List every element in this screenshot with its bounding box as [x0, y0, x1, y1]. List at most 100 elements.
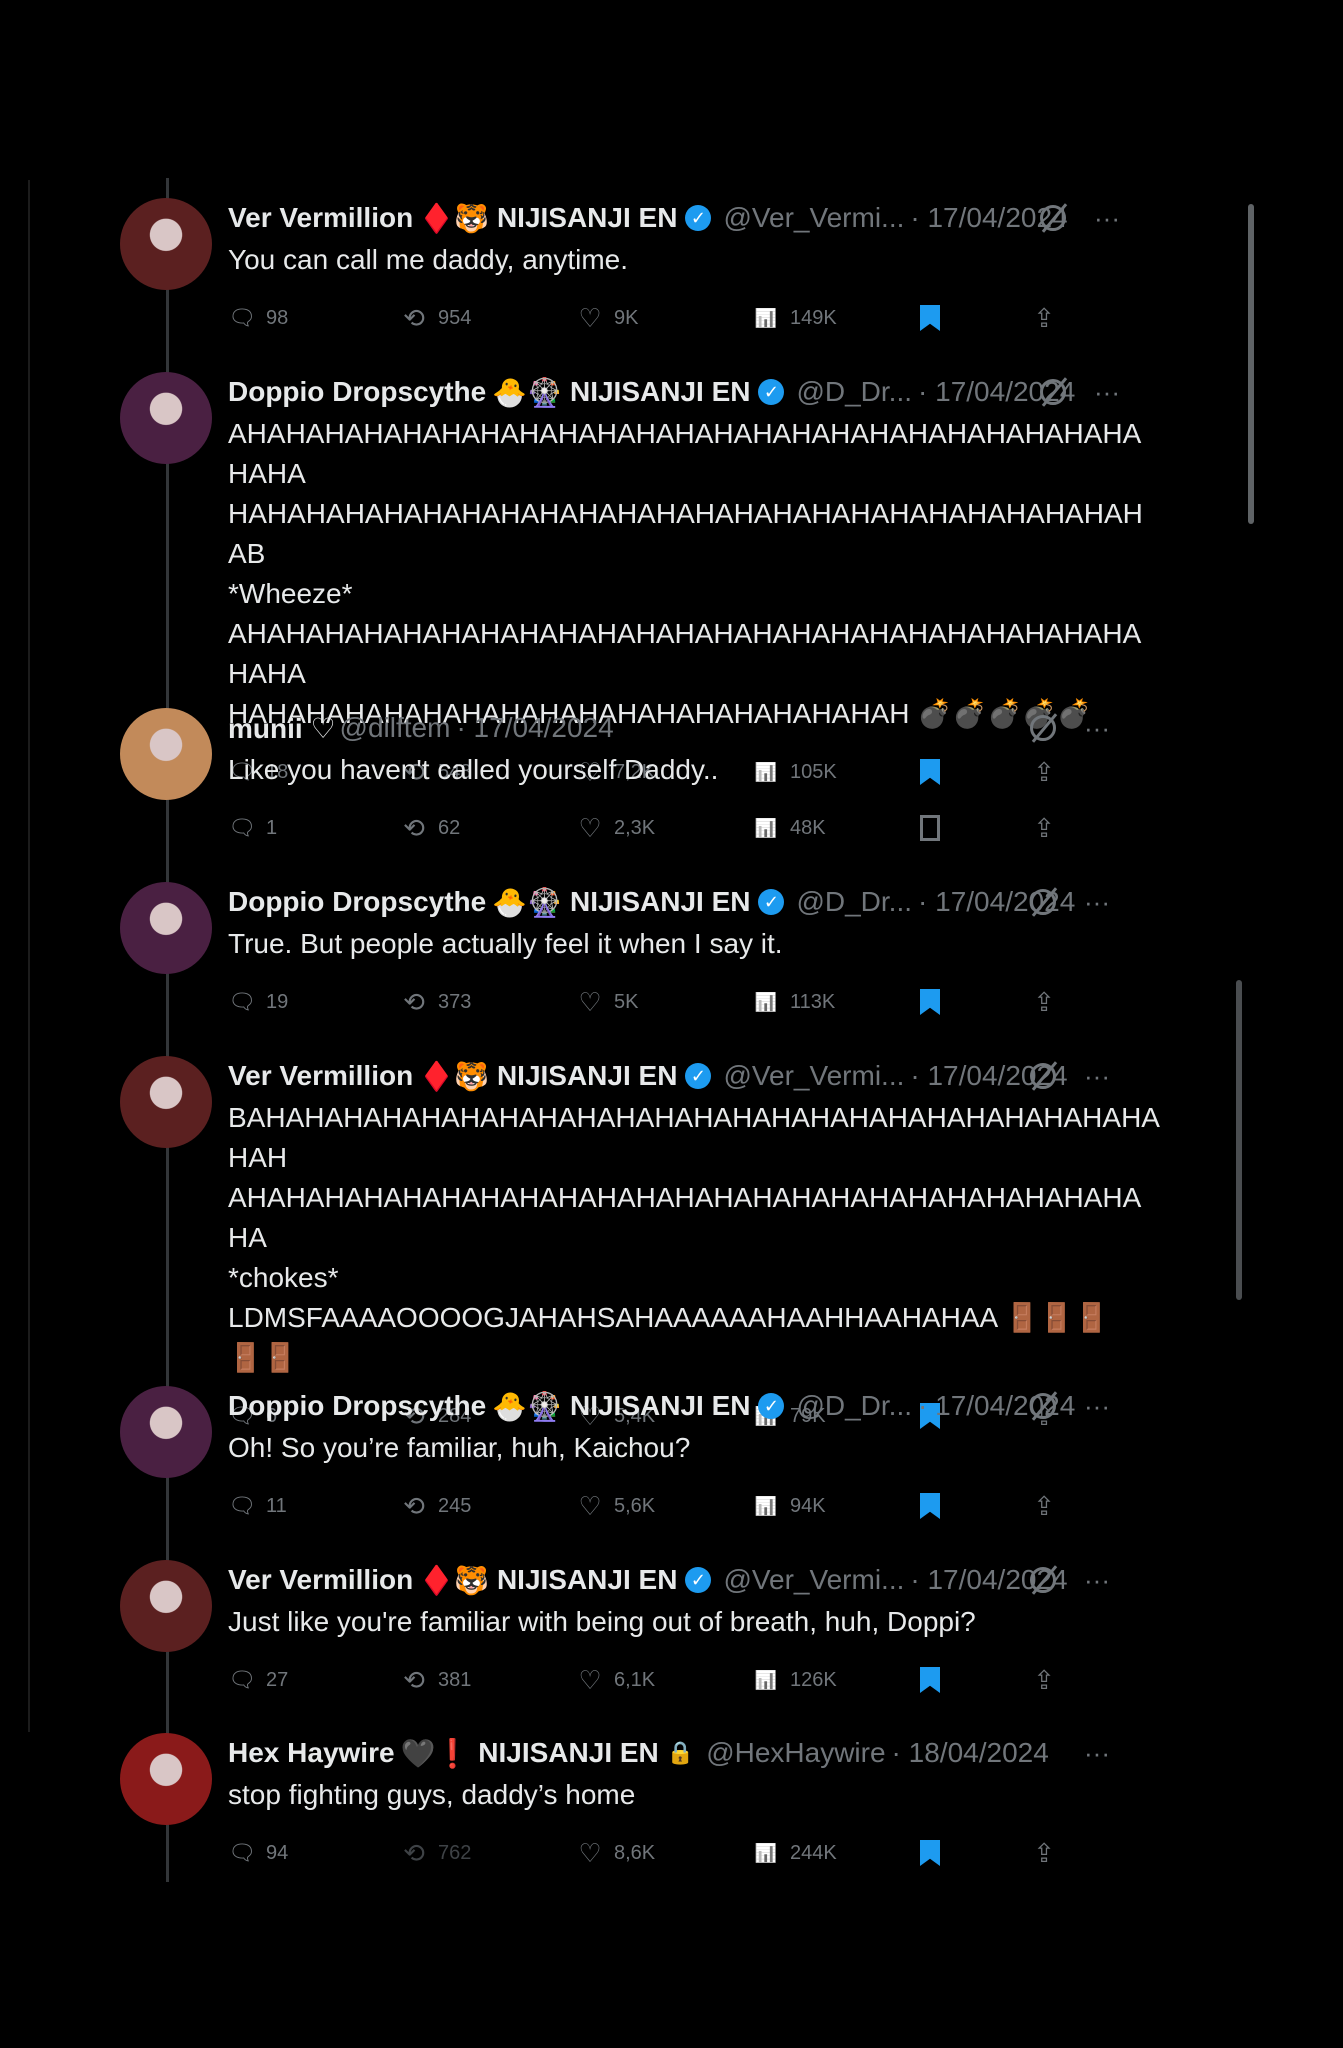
tweet-date[interactable]: · 18/04/2024	[892, 1737, 1049, 1769]
retweet-button[interactable]: ⟲ 373	[400, 988, 576, 1016]
share-button[interactable]: ⇪	[1030, 1492, 1058, 1520]
more-icon[interactable]: ···	[1084, 713, 1110, 744]
like-button[interactable]: ♡ 6,1K	[576, 1666, 752, 1694]
reply-button[interactable]: 🗨 1	[228, 814, 400, 842]
retweet-icon: ⟲	[403, 813, 425, 843]
retweet-button[interactable]: ⟲ 381	[400, 1666, 576, 1694]
user-handle[interactable]: @Ver_Vermi...	[723, 1564, 904, 1596]
scrollbar-thumb[interactable]	[1248, 204, 1254, 524]
affiliation-tag[interactable]: NIJISANJI EN	[497, 1564, 678, 1596]
views-count: 149K	[790, 306, 837, 329]
user-handle[interactable]: @dilftem	[340, 712, 451, 744]
affiliation-tag[interactable]: NIJISANJI EN	[570, 1390, 751, 1422]
reply-button[interactable]: 🗨 94	[228, 1839, 400, 1867]
share-button[interactable]: ⇪	[1030, 1666, 1058, 1694]
views-button[interactable]: 📊 48K	[752, 814, 920, 842]
retweet-button[interactable]: ⟲ 762	[400, 1839, 576, 1867]
bookmark-button[interactable]	[920, 1840, 1030, 1866]
display-name[interactable]: Doppio Dropscythe	[228, 376, 486, 408]
more-icon[interactable]: ···	[1084, 1391, 1110, 1422]
heart-icon: ♡	[578, 1491, 602, 1521]
views-button[interactable]: 📊 244K	[752, 1839, 920, 1867]
grok-icon[interactable]	[1040, 205, 1067, 231]
avatar[interactable]	[120, 708, 212, 800]
affiliation-tag[interactable]: NIJISANJI EN	[478, 1737, 659, 1769]
scrollbar-thumb-secondary[interactable]	[1236, 980, 1242, 1300]
tweet-text: Just like you're familiar with being out…	[228, 1606, 976, 1637]
display-name[interactable]: Ver Vermillion	[228, 202, 413, 234]
grok-icon[interactable]	[1040, 379, 1067, 405]
grok-icon[interactable]	[1030, 1063, 1057, 1089]
display-name[interactable]: Ver Vermillion	[228, 1564, 413, 1596]
grok-icon[interactable]	[1030, 889, 1057, 915]
display-name[interactable]: Ver Vermillion	[228, 1060, 413, 1092]
affiliation-tag[interactable]: NIJISANJI EN	[497, 202, 678, 234]
bookmark-button[interactable]	[920, 989, 1030, 1015]
like-button[interactable]: ♡ 9K	[576, 304, 752, 332]
views-button[interactable]: 📊 113K	[752, 988, 920, 1016]
display-name[interactable]: Hex Haywire	[228, 1737, 395, 1769]
like-button[interactable]: ♡ 2,3K	[576, 814, 752, 842]
bookmark-button[interactable]	[920, 305, 1030, 331]
share-button[interactable]: ⇪	[1030, 814, 1058, 842]
more-icon[interactable]: ···	[1094, 377, 1120, 408]
more-icon[interactable]: ···	[1094, 203, 1120, 234]
more-icon[interactable]: ···	[1084, 1738, 1110, 1769]
user-handle[interactable]: @D_Dr...	[796, 376, 912, 408]
grok-icon[interactable]	[1030, 1567, 1057, 1593]
share-button[interactable]: ⇪	[1030, 1839, 1058, 1867]
display-name[interactable]: munii ♡	[228, 712, 336, 745]
share-icon: ⇪	[1033, 1838, 1055, 1868]
avatar[interactable]	[120, 198, 212, 290]
more-icon[interactable]: ···	[1084, 887, 1110, 918]
verified-badge-icon: ✓	[758, 379, 785, 405]
avatar[interactable]	[120, 372, 212, 464]
views-button[interactable]: 📊 126K	[752, 1666, 920, 1694]
grok-icon[interactable]	[1030, 1393, 1057, 1419]
tweet-text: stop fighting guys, daddy’s home	[228, 1779, 636, 1810]
more-icon[interactable]: ···	[1084, 1061, 1110, 1092]
avatar[interactable]	[120, 1056, 212, 1148]
reply-button[interactable]: 🗨 19	[228, 988, 400, 1016]
user-handle[interactable]: @HexHaywire	[706, 1737, 885, 1769]
header-actions: ···	[1084, 1733, 1110, 1773]
share-button[interactable]: ⇪	[1030, 988, 1058, 1016]
verified-badge-icon: ✓	[685, 205, 712, 231]
views-button[interactable]: 📊 94K	[752, 1492, 920, 1520]
affiliation-tag[interactable]: NIJISANJI EN	[570, 376, 751, 408]
user-handle[interactable]: @D_Dr...	[796, 886, 912, 918]
grok-icon[interactable]	[1030, 715, 1057, 741]
reply-count: 98	[266, 306, 289, 329]
views-count: 48K	[790, 816, 826, 839]
views-button[interactable]: 📊 149K	[752, 304, 920, 332]
avatar[interactable]	[120, 1386, 212, 1478]
avatar[interactable]	[120, 882, 212, 974]
bookmark-button[interactable]	[920, 1493, 1030, 1519]
affiliation-tag[interactable]: NIJISANJI EN	[497, 1060, 678, 1092]
action-bar: 🗨 98 ⟲ 954 ♡ 9K 📊 149K ⇪	[228, 298, 1160, 338]
reply-button[interactable]: 🗨 27	[228, 1666, 400, 1694]
user-handle[interactable]: @Ver_Vermi...	[723, 1060, 904, 1092]
reply-button[interactable]: 🗨 11	[228, 1492, 400, 1520]
tweet-content: Ver Vermillion ♦️🐯 NIJISANJI EN ✓ @Ver_Vermi…	[228, 198, 1160, 338]
like-button[interactable]: ♡ 5K	[576, 988, 752, 1016]
bookmark-button[interactable]	[920, 815, 1030, 841]
avatar[interactable]	[120, 1733, 212, 1825]
reply-button[interactable]: 🗨 98	[228, 304, 400, 332]
tweet-date[interactable]: · 17/04/2024	[456, 712, 613, 744]
display-name[interactable]: Doppio Dropscythe	[228, 886, 486, 918]
user-handle[interactable]: @D_Dr...	[796, 1390, 912, 1422]
avatar[interactable]	[120, 1560, 212, 1652]
display-name[interactable]: Doppio Dropscythe	[228, 1390, 486, 1422]
bookmark-button[interactable]	[920, 1667, 1030, 1693]
name-emojis: ♦️🐯	[419, 1564, 489, 1596]
like-button[interactable]: ♡ 8,6K	[576, 1839, 752, 1867]
retweet-button[interactable]: ⟲ 245	[400, 1492, 576, 1520]
retweet-button[interactable]: ⟲ 954	[400, 304, 576, 332]
user-handle[interactable]: @Ver_Vermi...	[723, 202, 904, 234]
more-icon[interactable]: ···	[1084, 1565, 1110, 1596]
like-button[interactable]: ♡ 5,6K	[576, 1492, 752, 1520]
retweet-button[interactable]: ⟲ 62	[400, 814, 576, 842]
share-button[interactable]: ⇪	[1030, 304, 1058, 332]
affiliation-tag[interactable]: NIJISANJI EN	[570, 886, 751, 918]
